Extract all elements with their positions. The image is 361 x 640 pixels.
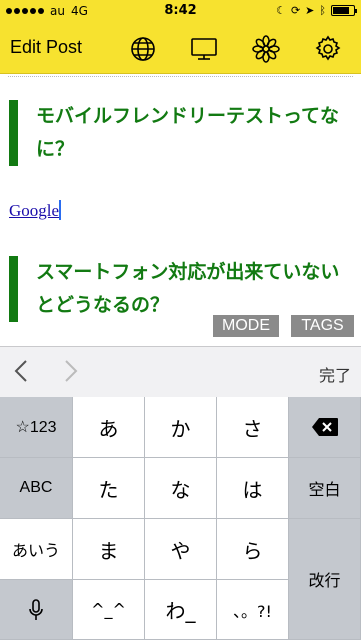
moon-icon: ☾: [276, 4, 286, 17]
key-label: ^_^: [91, 600, 126, 619]
key-abc[interactable]: ABC: [0, 458, 73, 519]
battery-icon: [331, 5, 357, 16]
gear-icon[interactable]: [314, 35, 342, 63]
key-punctuation[interactable]: 、。?!: [217, 580, 289, 640]
globe-icon[interactable]: [129, 35, 157, 63]
key-label: ☆123: [15, 419, 57, 436]
next-arrow-icon[interactable]: [64, 359, 78, 389]
nav-bar: Edit Post: [0, 22, 361, 74]
done-button[interactable]: 完了: [319, 362, 351, 386]
mic-icon[interactable]: [0, 580, 73, 640]
battery-level: [333, 7, 349, 14]
key-sa[interactable]: さ: [217, 397, 289, 458]
key-wa[interactable]: わ_: [145, 580, 217, 640]
key-na[interactable]: な: [145, 458, 217, 519]
rotation-lock-icon: ⟳: [290, 4, 301, 17]
location-icon: ➤: [305, 4, 315, 17]
key-ka[interactable]: か: [145, 397, 217, 458]
bluetooth-icon: ᛒ: [319, 4, 326, 17]
link-line[interactable]: Google: [9, 200, 62, 221]
divider: [8, 76, 353, 77]
key-label: わ_: [165, 599, 196, 623]
post-heading-2[interactable]: スマートフォン対応が出来ていないとどうなるの？: [9, 256, 354, 322]
key-label: あ: [98, 416, 119, 441]
tags-button[interactable]: TAGS: [291, 315, 354, 337]
return-key[interactable]: 改行: [289, 519, 361, 640]
key-label: さ: [242, 416, 263, 441]
delete-icon[interactable]: [289, 397, 361, 458]
key-label: ま: [98, 538, 119, 563]
flower-icon[interactable]: [252, 35, 280, 63]
key-label: ABC: [19, 479, 53, 496]
previous-arrow-icon[interactable]: [14, 359, 28, 389]
key-ha[interactable]: は: [217, 458, 289, 519]
key-label: や: [170, 538, 191, 563]
status-bar: au 4G 8:42 ☾ ⟳ ➤ ᛒ: [0, 0, 361, 22]
japanese-keyboard: ☆123 ABC あいう あ か さ た な は ま や ら ^_^ わ_ 、。…: [0, 397, 361, 640]
status-right: ☾ ⟳ ➤ ᛒ: [276, 4, 357, 17]
google-link[interactable]: Google: [9, 201, 59, 220]
key-label: 改行: [308, 573, 341, 590]
key-label: な: [170, 477, 191, 502]
key-ma[interactable]: ま: [73, 519, 145, 580]
monitor-icon[interactable]: [190, 35, 218, 63]
editor-content[interactable]: モバイルフレンドリーテストってなに？ Google スマートフォン対応が出来てい…: [0, 76, 361, 346]
keyboard-accessory-bar: 完了: [0, 346, 361, 397]
key-label: 空白: [308, 482, 341, 499]
key-a[interactable]: あ: [73, 397, 145, 458]
key-label: ら: [242, 538, 263, 563]
post-heading-1[interactable]: モバイルフレンドリーテストってなに？: [9, 100, 354, 166]
key-ya[interactable]: や: [145, 519, 217, 580]
page-title: Edit Post: [10, 37, 83, 57]
key-label: あいう: [11, 543, 60, 560]
key-ra[interactable]: ら: [217, 519, 289, 580]
key-label: は: [242, 477, 263, 502]
key-label: 、。?!: [233, 601, 272, 621]
key-kana[interactable]: あいう: [0, 519, 73, 580]
text-cursor: [59, 200, 62, 220]
space-key[interactable]: 空白: [289, 458, 361, 519]
key-label: た: [98, 477, 119, 502]
mode-button[interactable]: MODE: [213, 315, 279, 337]
key-ta[interactable]: た: [73, 458, 145, 519]
key-label: か: [170, 416, 191, 441]
key-emoticon[interactable]: ^_^: [73, 580, 145, 640]
key-numbers[interactable]: ☆123: [0, 397, 73, 458]
